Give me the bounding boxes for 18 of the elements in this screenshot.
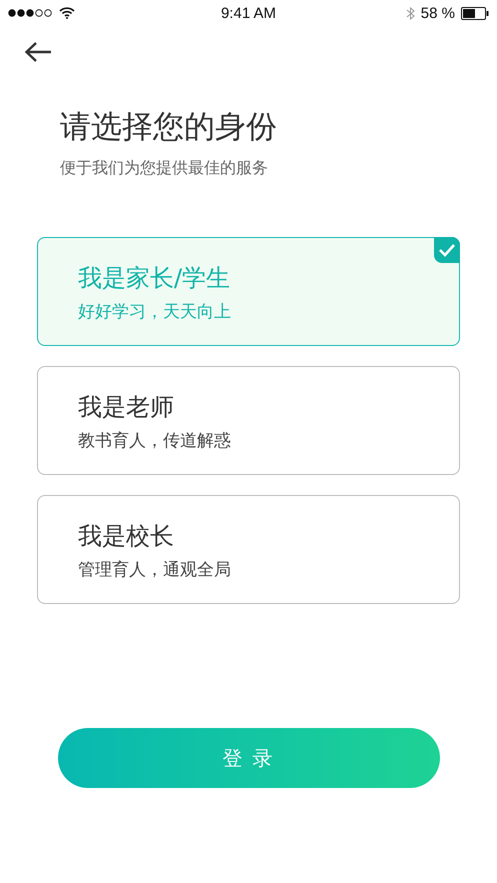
role-motto: 管理育人，通观全局 — [78, 559, 231, 581]
role-name: 我是校长 — [78, 521, 174, 552]
bluetooth-icon — [406, 6, 415, 20]
battery-percent: 58 % — [420, 4, 455, 22]
signal-icon — [8, 9, 53, 17]
wifi-icon — [59, 7, 75, 19]
role-card[interactable]: 我是老师 教书育人，传道解惑 — [37, 366, 460, 475]
role-card[interactable]: 我是校长 管理育人，通观全局 — [37, 495, 460, 604]
role-name: 我是家长/学生 — [78, 263, 230, 294]
status-time: 9:41 AM — [220, 4, 276, 22]
battery-icon — [460, 6, 489, 20]
back-arrow-icon — [24, 41, 52, 63]
role-motto: 好好学习，天天向上 — [78, 301, 231, 323]
page-title: 请选择您的身份 — [60, 108, 277, 147]
page-subtitle: 便于我们为您提供最佳的服务 — [60, 158, 268, 179]
check-icon — [434, 237, 460, 263]
role-motto: 教书育人，传道解惑 — [78, 430, 231, 452]
role-name: 我是老师 — [78, 392, 174, 423]
